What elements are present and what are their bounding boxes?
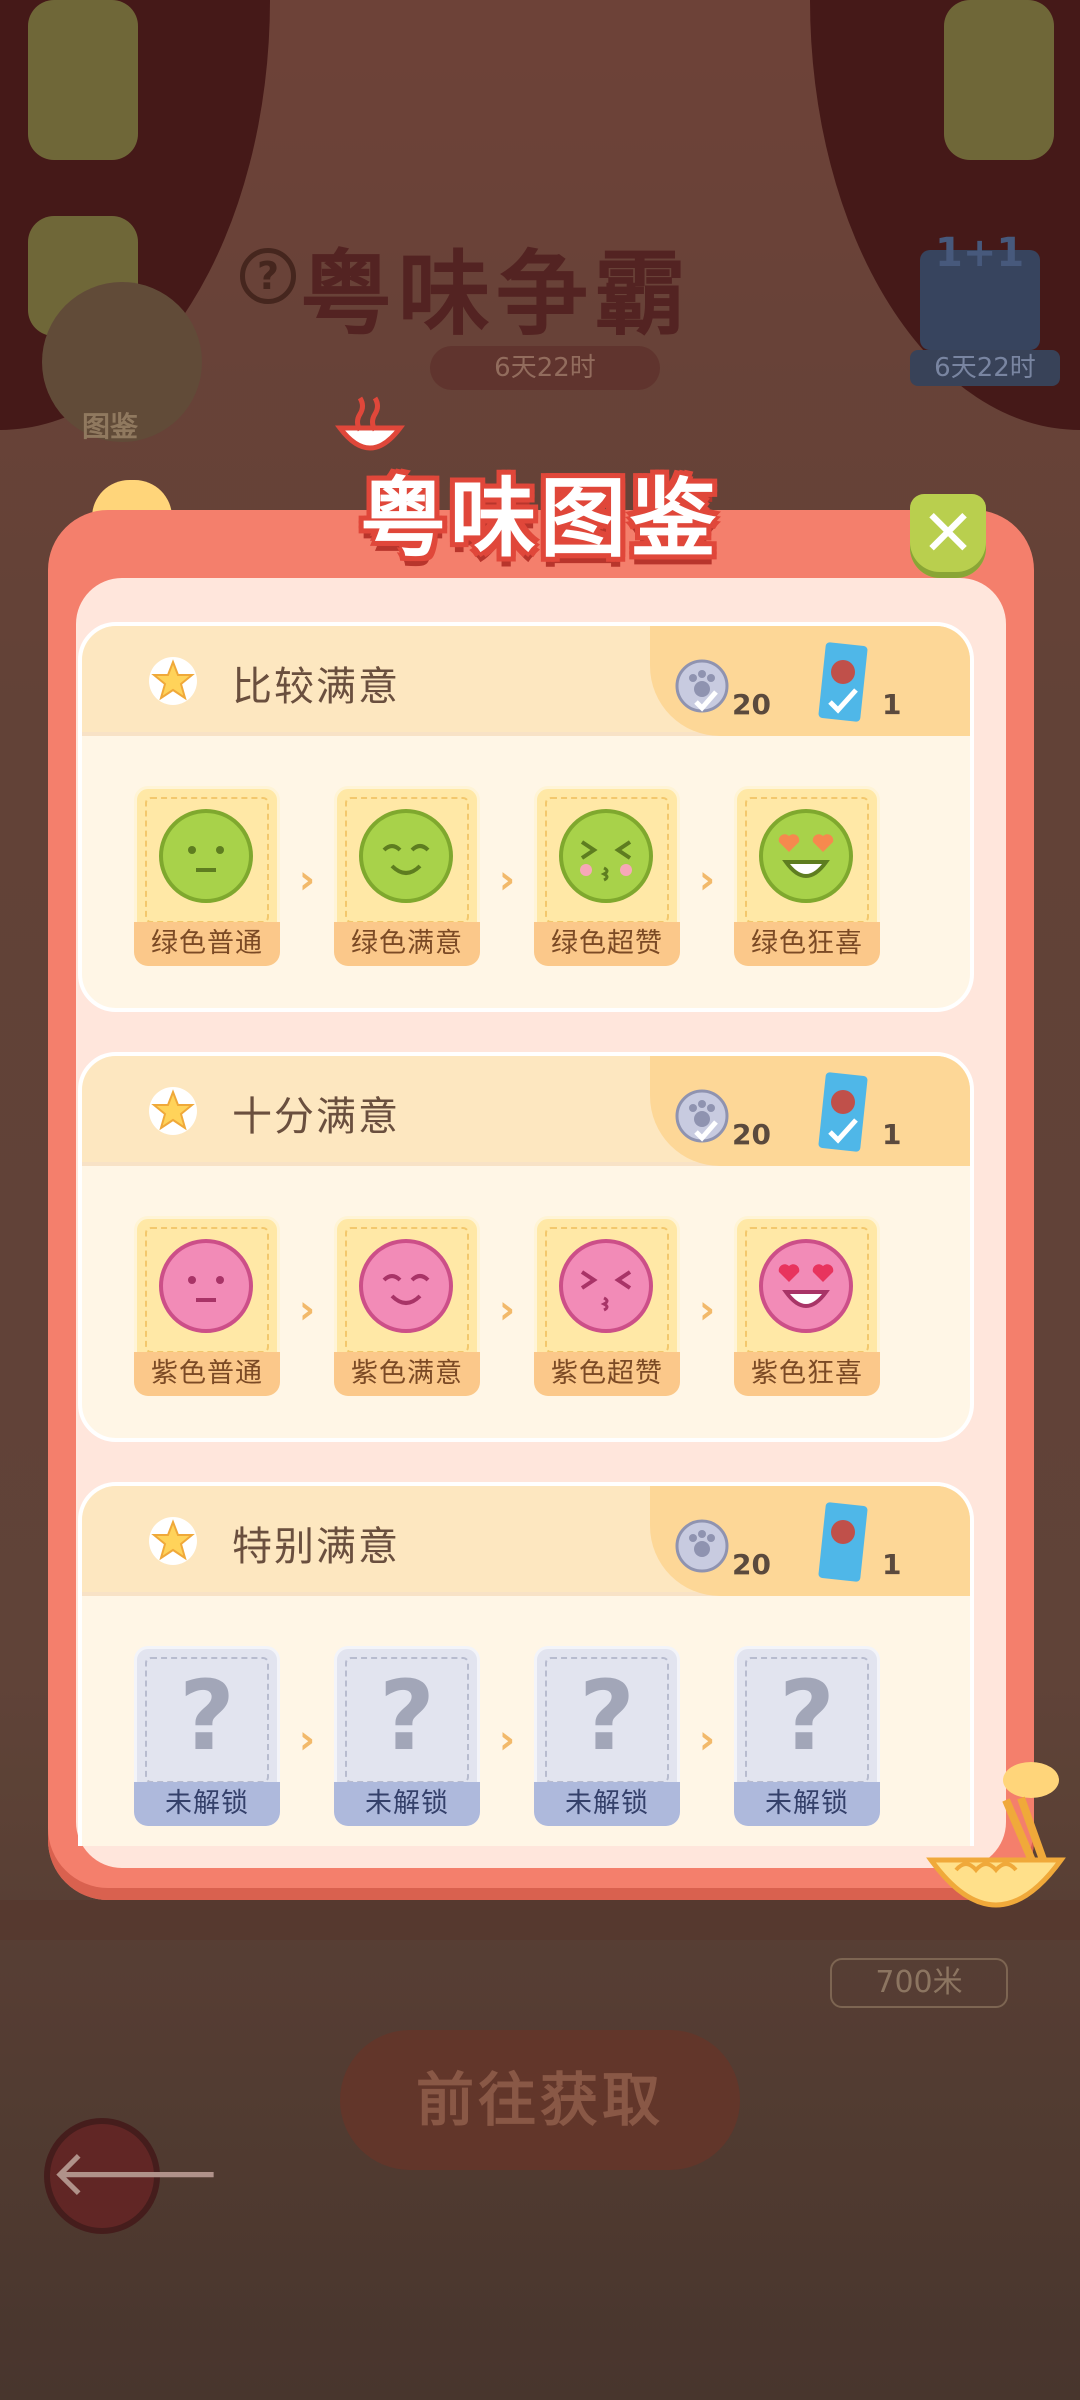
chevron-right-icon: › — [498, 857, 516, 903]
coin-reward-count: 20 — [732, 1548, 771, 1581]
stage-row: 紫色普通 › 紫色满意 › 紫色超赞 › 紫色狂喜 — [134, 1216, 934, 1396]
chevron-right-icon: › — [298, 1287, 316, 1333]
close-button[interactable]: ✕ — [910, 494, 986, 578]
stage-label: 绿色满意 — [334, 922, 480, 966]
section-title: 特别满意 — [232, 1524, 400, 1570]
close-icon: ✕ — [921, 497, 975, 571]
card-reward-count: 1 — [882, 688, 902, 721]
star-icon — [149, 1087, 197, 1135]
character-card-icon — [818, 1502, 868, 1582]
chevron-right-icon: › — [298, 1717, 316, 1763]
modal-title-banner: 粤味图鉴 — [290, 388, 790, 569]
paw-coin-icon — [675, 1089, 729, 1143]
stage-label: 紫色满意 — [334, 1352, 480, 1396]
section-title: 十分满意 — [232, 1094, 400, 1140]
stage-card[interactable]: 绿色狂喜 — [734, 786, 880, 966]
noodle-bowl-decoration-icon — [926, 1762, 1066, 1908]
stage-card[interactable]: 紫色普通 — [134, 1216, 280, 1396]
stage-row: 绿色普通 › 绿色满意 › 绿色超赞 › 绿色狂喜 — [134, 786, 934, 966]
kiss-face-icon — [559, 1239, 653, 1333]
character-card-icon — [818, 1072, 868, 1152]
stage-label: 未解锁 — [134, 1782, 280, 1826]
star-icon — [149, 1517, 197, 1565]
question-mark-icon: ? — [579, 1660, 635, 1772]
chevron-right-icon: › — [698, 1717, 716, 1763]
coin-reward-count: 20 — [732, 1118, 771, 1151]
stage-card[interactable]: 紫色满意 — [334, 1216, 480, 1396]
section-very-satisfied: 十分满意 20 1 紫色普通 › 紫色满意 › 紫色超赞 › 紫色狂喜 — [78, 1052, 974, 1442]
stage-card[interactable]: 紫色超赞 — [534, 1216, 680, 1396]
heart-eyes-face-icon — [759, 1239, 853, 1333]
kiss-face-icon — [559, 809, 653, 903]
stage-label: 未解锁 — [334, 1782, 480, 1826]
locked-stage-card[interactable]: ? 未解锁 — [534, 1646, 680, 1826]
question-mark-icon: ? — [779, 1660, 835, 1772]
paw-coin-icon — [675, 659, 729, 713]
stage-card[interactable]: 绿色普通 — [134, 786, 280, 966]
stage-label: 未解锁 — [734, 1782, 880, 1826]
locked-stage-card[interactable]: ? 未解锁 — [734, 1646, 880, 1826]
stage-label: 绿色超赞 — [534, 922, 680, 966]
smile-face-icon — [359, 809, 453, 903]
chevron-right-icon: › — [498, 1717, 516, 1763]
stage-label: 紫色普通 — [134, 1352, 280, 1396]
section-title: 比较满意 — [232, 664, 400, 710]
question-mark-icon: ? — [179, 1660, 235, 1772]
chevron-right-icon: › — [698, 857, 716, 903]
chevron-right-icon: › — [498, 1287, 516, 1333]
stage-card[interactable]: 紫色狂喜 — [734, 1216, 880, 1396]
locked-stage-card[interactable]: ? 未解锁 — [334, 1646, 480, 1826]
chevron-right-icon: › — [298, 857, 316, 903]
smile-face-icon — [359, 1239, 453, 1333]
question-mark-icon: ? — [379, 1660, 435, 1772]
paw-coin-icon — [675, 1519, 729, 1573]
stage-label: 绿色普通 — [134, 922, 280, 966]
stage-row: ? 未解锁 › ? 未解锁 › ? 未解锁 › ? 未解锁 — [134, 1646, 934, 1826]
card-reward-count: 1 — [882, 1118, 902, 1151]
heart-eyes-face-icon — [759, 809, 853, 903]
stage-card[interactable]: 绿色满意 — [334, 786, 480, 966]
chevron-right-icon: › — [698, 1287, 716, 1333]
neutral-face-icon — [159, 809, 253, 903]
coin-reward-count: 20 — [732, 688, 771, 721]
stage-label: 紫色超赞 — [534, 1352, 680, 1396]
section-compare-satisfied: 比较满意 20 1 绿色普通 › 绿色满意 › 绿色超赞 › 绿色狂喜 — [78, 622, 974, 1012]
star-icon — [149, 657, 197, 705]
stage-card[interactable]: 绿色超赞 — [534, 786, 680, 966]
modal-title: 粤味图鉴 — [360, 469, 720, 569]
neutral-face-icon — [159, 1239, 253, 1333]
stage-label: 未解锁 — [534, 1782, 680, 1826]
stage-label: 绿色狂喜 — [734, 922, 880, 966]
section-especially-satisfied: 特别满意 20 1 ? 未解锁 › ? 未解锁 › ? 未解锁 › ? 未解锁 — [78, 1482, 974, 1846]
character-card-icon — [818, 642, 868, 722]
locked-stage-card[interactable]: ? 未解锁 — [134, 1646, 280, 1826]
card-reward-count: 1 — [882, 1548, 902, 1581]
stage-label: 紫色狂喜 — [734, 1352, 880, 1396]
